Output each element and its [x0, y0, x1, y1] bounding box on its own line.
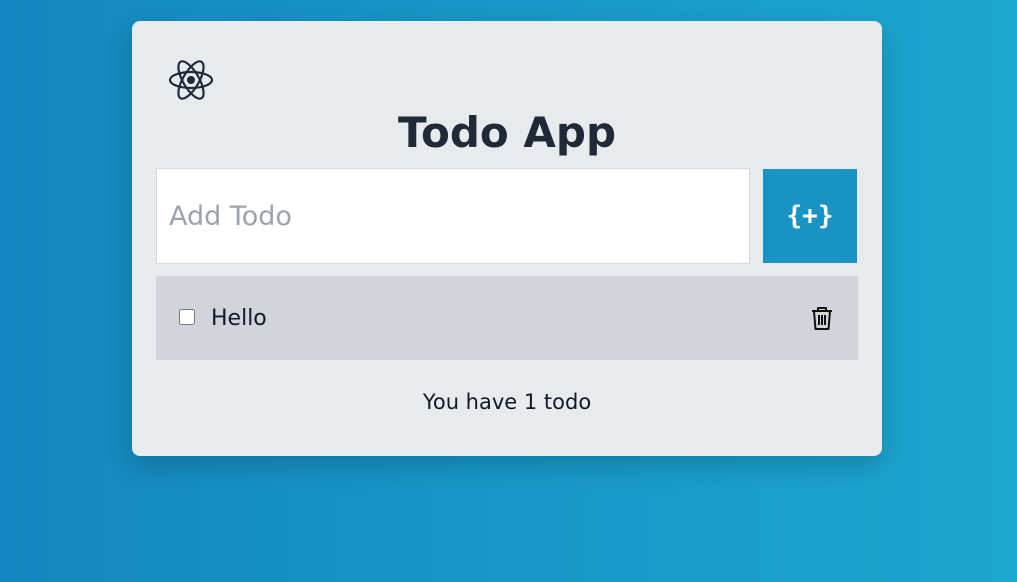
trash-icon: [809, 307, 835, 334]
add-todo-button[interactable]: {+}: [763, 169, 857, 263]
todo-checkbox[interactable]: [179, 309, 195, 325]
todo-card: Todo App {+} Hello: [132, 21, 882, 456]
todo-list: Hello: [156, 276, 858, 360]
delete-todo-button[interactable]: [809, 305, 835, 331]
add-todo-input[interactable]: [156, 168, 750, 264]
todo-text: Hello: [211, 306, 267, 331]
todo-item: Hello: [156, 276, 858, 360]
app-title: Todo App: [397, 108, 617, 157]
react-atom-icon: [167, 58, 215, 102]
todo-count-text: You have 1 todo: [422, 390, 592, 414]
